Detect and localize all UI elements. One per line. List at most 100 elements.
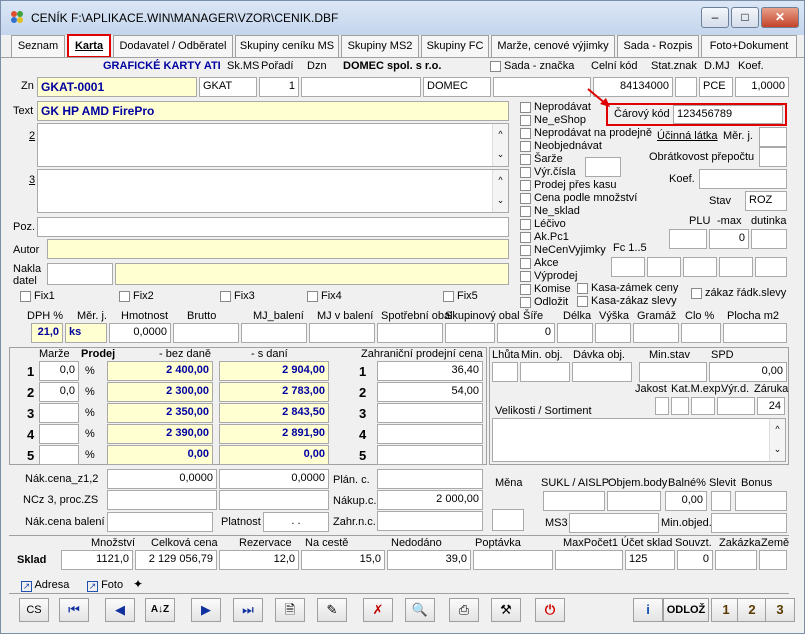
edit-icon[interactable]: ✎: [317, 598, 347, 622]
fc4-field[interactable]: [719, 257, 753, 277]
flag2-checkbox-2[interactable]: [691, 288, 702, 299]
flag-checkbox-6[interactable]: [520, 180, 531, 191]
first-record-button[interactable]: ⏮: [59, 598, 89, 622]
poradi-field[interactable]: 1: [259, 77, 299, 97]
marze-field[interactable]: 0,0: [39, 382, 79, 402]
nedodano-field[interactable]: 39,0: [387, 550, 471, 570]
print-icon[interactable]: ⎙: [449, 598, 479, 622]
ms3-field[interactable]: [569, 513, 659, 533]
nak-cena2-field[interactable]: 0,0000: [219, 469, 329, 489]
price-bez-dane-field[interactable]: 2 390,00: [107, 424, 213, 444]
price-bez-dane-field[interactable]: 2 400,00: [107, 361, 213, 381]
nak-baleni-field[interactable]: [107, 512, 213, 532]
flag-checkbox-9[interactable]: [520, 219, 531, 230]
marze-field[interactable]: [39, 445, 79, 465]
odloz-button[interactable]: ODLOŽ: [663, 598, 709, 622]
clo-field[interactable]: [681, 323, 721, 343]
mena-field[interactable]: [492, 509, 524, 531]
foreign-price-field[interactable]: [377, 424, 483, 444]
price-bez-dane-field[interactable]: 2 300,00: [107, 382, 213, 402]
mjbaleni-field[interactable]: [241, 323, 307, 343]
flag-checkbox-8[interactable]: [520, 206, 531, 217]
zahr-nc-field[interactable]: [377, 511, 483, 531]
sire-field[interactable]: 0: [497, 323, 555, 343]
vyrcisla-field[interactable]: [585, 157, 621, 177]
marze-field[interactable]: 0,0: [39, 361, 79, 381]
skms-field[interactable]: GKAT: [199, 77, 257, 97]
statznak-field[interactable]: [675, 77, 697, 97]
vyrd-field[interactable]: [717, 397, 755, 415]
flag-checkbox-10[interactable]: [520, 232, 531, 243]
dph-field[interactable]: 21,0: [31, 323, 63, 343]
pin-icon[interactable]: ✦: [133, 577, 143, 591]
ucet-sklad-field[interactable]: 125: [625, 550, 675, 570]
toolbar-button-3[interactable]: 3: [765, 598, 795, 622]
skupinovy-field[interactable]: [445, 323, 495, 343]
toolbar-button-2[interactable]: 2: [737, 598, 767, 622]
tab-sada-rozpis[interactable]: Sada - Rozpis: [617, 35, 699, 57]
mnozstvi-field[interactable]: 1121,0: [61, 550, 133, 570]
zn-field[interactable]: GKAT-0001: [37, 77, 197, 97]
fix2-checkbox[interactable]: [119, 291, 130, 302]
price-bez-dane-field[interactable]: 2 350,00: [107, 403, 213, 423]
flag-checkbox-1[interactable]: [520, 115, 531, 126]
jakost-field[interactable]: [655, 397, 669, 415]
koef-right-field[interactable]: [699, 169, 787, 189]
new-document-icon[interactable]: 🗎: [275, 598, 305, 622]
exit-icon[interactable]: ⏻: [535, 598, 565, 622]
next-record-button[interactable]: ▶: [191, 598, 221, 622]
flag2-checkbox-0[interactable]: [577, 283, 588, 294]
minobjed-field[interactable]: [711, 513, 787, 533]
tab-foto-dokument[interactable]: Foto+Dokument: [701, 35, 797, 57]
tab-dodavatel[interactable]: Dodavatel / Odběratel: [113, 35, 233, 57]
merj-dims-field[interactable]: ks: [65, 323, 107, 343]
bonus-field[interactable]: [735, 491, 787, 511]
plu-field[interactable]: [669, 229, 707, 249]
fc5-field[interactable]: [755, 257, 787, 277]
marze-field[interactable]: [39, 403, 79, 423]
tab-skupiny-fc[interactable]: Skupiny FC: [421, 35, 489, 57]
ncz2-field[interactable]: [219, 490, 329, 510]
fc2-field[interactable]: [647, 257, 681, 277]
hmotnost-field[interactable]: 0,0000: [109, 323, 171, 343]
tab-karta[interactable]: Karta: [67, 34, 111, 58]
vyska-field[interactable]: [595, 323, 631, 343]
zaruka-field[interactable]: 24: [757, 397, 785, 415]
sada-checkbox[interactable]: [490, 61, 501, 72]
fix5-checkbox[interactable]: [443, 291, 454, 302]
flag-checkbox-13[interactable]: [520, 271, 531, 282]
tab-marze[interactable]: Marže, cenové výjimky: [491, 35, 615, 57]
slevit-field[interactable]: [711, 491, 731, 511]
katm2-field[interactable]: [691, 397, 715, 415]
tab-skupiny-ms2[interactable]: Skupiny MS2: [341, 35, 419, 57]
delete-icon[interactable]: ✗: [363, 598, 393, 622]
text3-field[interactable]: [37, 169, 509, 213]
price-s-dani-field[interactable]: 2 783,00: [219, 382, 329, 402]
tab-seznam[interactable]: Seznam: [11, 35, 65, 57]
velikost-field[interactable]: [492, 418, 786, 462]
max-field[interactable]: 0: [709, 229, 749, 249]
cs-button[interactable]: CS: [19, 598, 49, 622]
text2-scrollbar[interactable]: ^ ⌄: [492, 124, 508, 166]
foreign-price-field[interactable]: [377, 445, 483, 465]
nak-cena1-field[interactable]: 0,0000: [107, 469, 217, 489]
foreign-price-field[interactable]: 36,40: [377, 361, 483, 381]
minobj-field[interactable]: [520, 362, 570, 382]
barcode-field[interactable]: 123456789: [673, 105, 783, 124]
lhuta-field[interactable]: [492, 362, 518, 382]
maxpocet-field[interactable]: [555, 550, 623, 570]
plan-c-field[interactable]: [377, 469, 483, 489]
marze-field[interactable]: [39, 424, 79, 444]
fix1-checkbox[interactable]: [20, 291, 31, 302]
flag-checkbox-4[interactable]: [520, 154, 531, 165]
rezervace-field[interactable]: 12,0: [219, 550, 299, 570]
stav-field[interactable]: ROZ: [745, 191, 787, 211]
foreign-price-field[interactable]: 54,00: [377, 382, 483, 402]
flag-checkbox-11[interactable]: [520, 245, 531, 256]
price-bez-dane-field[interactable]: 0,00: [107, 445, 213, 465]
dutinka-field[interactable]: [751, 229, 787, 249]
price-s-dani-field[interactable]: 2 843,50: [219, 403, 329, 423]
objem-field[interactable]: [607, 491, 661, 511]
koef-field[interactable]: 1,0000: [735, 77, 789, 97]
minstav-field[interactable]: [639, 362, 707, 382]
